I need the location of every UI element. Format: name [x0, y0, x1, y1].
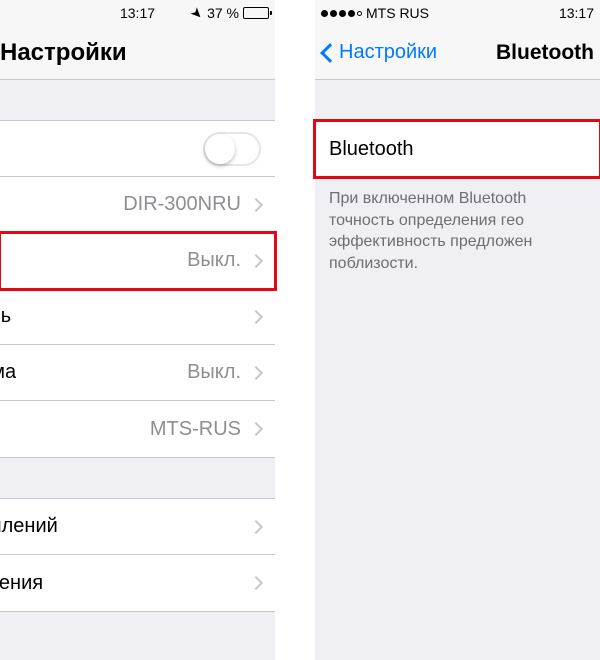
toggle-switch[interactable] — [203, 132, 261, 166]
settings-list: жим DIR-300NRU th Выкл. я связь — [0, 120, 275, 458]
bluetooth-screen: MTS RUS 13:17 Настройки Bluetooth Blueto… — [315, 0, 600, 660]
location-icon: ➤ — [187, 3, 207, 23]
row-airplane-mode[interactable]: жим — [0, 121, 275, 177]
status-bar: MTS RUS 13:17 — [315, 0, 600, 26]
chevron-right-icon — [249, 422, 263, 436]
chevron-right-icon — [249, 519, 263, 533]
status-time: 13:17 — [559, 5, 594, 21]
chevron-right-icon — [249, 365, 263, 379]
battery-percent: 37 % — [207, 5, 239, 21]
chevron-right-icon — [249, 253, 263, 267]
row-cellular[interactable]: я связь — [0, 289, 275, 345]
chevron-left-icon — [320, 43, 340, 63]
nav-bar: Настройки — [0, 26, 275, 80]
status-right: 13:17 — [559, 5, 594, 21]
chevron-right-icon — [249, 576, 263, 590]
row-bluetooth-toggle[interactable]: Bluetooth — [315, 121, 600, 177]
row-wifi[interactable]: DIR-300NRU — [0, 177, 275, 233]
battery-icon — [243, 7, 269, 19]
back-label: Настройки — [339, 41, 437, 64]
signal-icon — [321, 10, 362, 17]
screenshot-gap — [275, 0, 315, 660]
chevron-right-icon — [249, 309, 263, 323]
carrier-label: MTS RUS — [366, 5, 429, 21]
row-control-center[interactable]: правления — [0, 555, 275, 611]
status-time: 13:17 — [120, 5, 155, 21]
row-carrier[interactable]: ор MTS-RUS — [0, 401, 275, 457]
status-left: MTS RUS — [321, 5, 429, 21]
page-title: Настройки — [0, 39, 127, 67]
back-button[interactable]: Настройки — [323, 41, 437, 64]
row-notifications[interactable]: ведомлений — [0, 499, 275, 555]
row-bluetooth[interactable]: th Выкл. — [0, 233, 275, 289]
row-hotspot[interactable]: модема Выкл. — [0, 345, 275, 401]
bluetooth-list: Bluetooth — [315, 120, 600, 178]
settings-list-2: ведомлений правления — [0, 498, 275, 612]
settings-screen: 13:17 ➤ 37 % Настройки жим DIR-300NRU th — [0, 0, 275, 660]
bluetooth-footer: При включенном Bluetooth точность опреде… — [315, 178, 600, 284]
status-right: ➤ 37 % — [191, 5, 269, 22]
status-bar: 13:17 ➤ 37 % — [0, 0, 275, 26]
chevron-right-icon — [249, 197, 263, 211]
page-title: Bluetooth — [496, 41, 594, 65]
nav-bar: Настройки Bluetooth — [315, 26, 600, 80]
